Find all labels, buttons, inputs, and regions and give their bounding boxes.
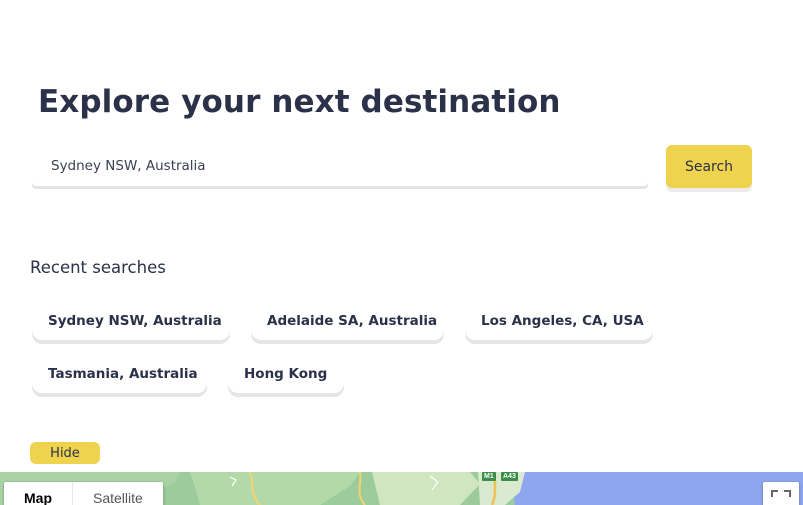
hide-button[interactable]: Hide [30, 442, 100, 464]
recent-search-chip[interactable]: Hong Kong [228, 355, 344, 393]
recent-search-chip[interactable]: Adelaide SA, Australia [251, 302, 444, 340]
recent-search-chip[interactable]: Los Angeles, CA, USA [465, 302, 653, 340]
map[interactable]: M1 A43 Map Satellite [0, 472, 803, 505]
recent-search-chip[interactable]: Sydney NSW, Australia [32, 302, 230, 340]
page: Explore your next destination Search Rec… [0, 0, 803, 505]
route-badge: A43 [501, 472, 518, 481]
search-input[interactable] [32, 146, 648, 186]
map-type-satellite-button[interactable]: Satellite [72, 482, 163, 505]
map-type-map-button[interactable]: Map [4, 482, 72, 505]
fullscreen-icon [771, 490, 791, 497]
recent-searches-heading: Recent searches [30, 258, 166, 277]
route-badge: M1 [482, 472, 496, 481]
recent-search-chip[interactable]: Tasmania, Australia [32, 355, 207, 393]
search-button[interactable]: Search [666, 145, 752, 188]
page-title: Explore your next destination [38, 84, 561, 120]
fullscreen-button[interactable] [763, 482, 799, 505]
map-type-control: Map Satellite [4, 482, 163, 505]
